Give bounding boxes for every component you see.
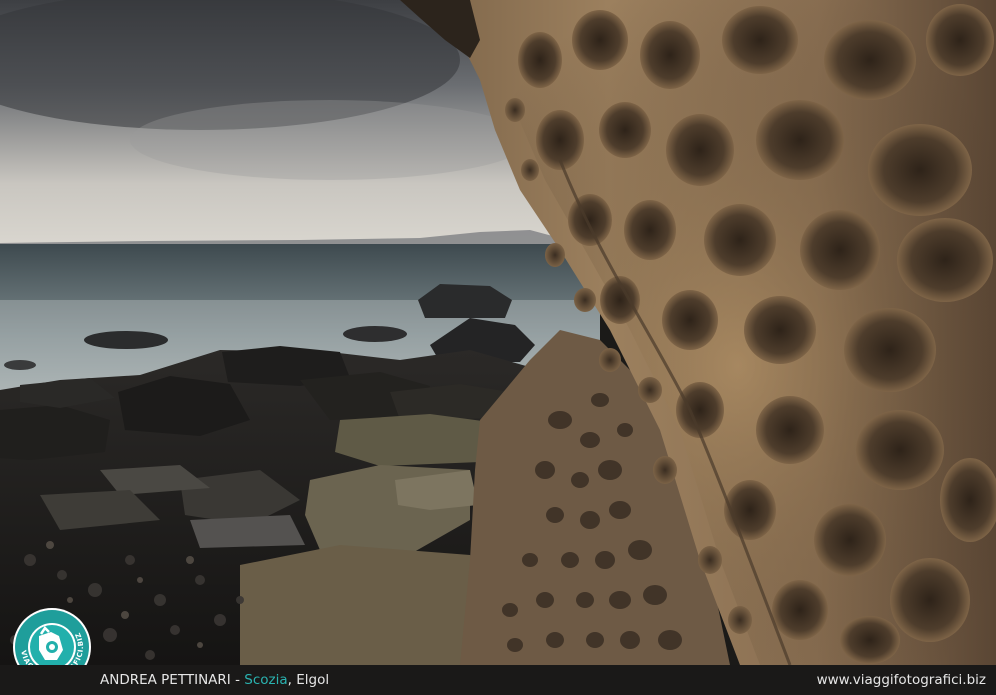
author-name: ANDREA PETTINARI — [100, 672, 231, 688]
photo-credit: ANDREA PETTINARI - Scozia, Elgol — [100, 665, 329, 695]
photo-frame: VIAGGIFOTOGRAFICI.BIZ ANDREA PETTINARI -… — [0, 0, 996, 695]
country-name: Scozia — [244, 672, 288, 688]
place-name: Elgol — [296, 672, 330, 688]
place-separator: , — [287, 672, 297, 688]
credit-separator: - — [230, 672, 245, 688]
landscape-photo — [0, 0, 996, 665]
website-url: www.viaggifotografici.biz — [816, 672, 986, 688]
caption-bar: ANDREA PETTINARI - Scozia, Elgol www.via… — [0, 665, 996, 695]
